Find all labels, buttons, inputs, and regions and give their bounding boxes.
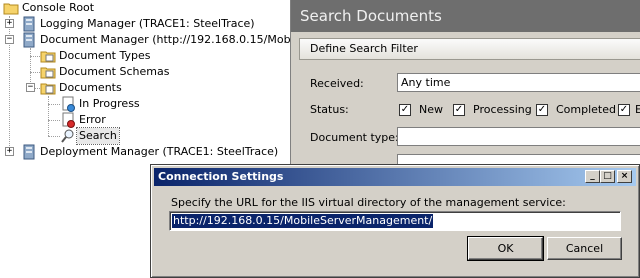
dialog-titlebar[interactable]: Connection Settings _ □ ×: [154, 168, 636, 186]
tree-connector: [30, 72, 40, 73]
received-label: Received:: [310, 77, 364, 90]
maximize-button[interactable]: □: [600, 170, 615, 183]
status-new-label: New: [419, 103, 443, 116]
in-progress-document-icon: [60, 96, 76, 112]
tree-node-label: Console Root: [22, 1, 95, 14]
status-e-checkbox[interactable]: ✓: [618, 104, 630, 116]
minimize-button[interactable]: _: [585, 170, 600, 183]
connection-settings-dialog: Connection Settings _ □ × Specify the UR…: [150, 164, 640, 278]
close-button[interactable]: ×: [617, 170, 632, 183]
document-types-icon: [40, 48, 56, 64]
tree-node-label: Error: [79, 113, 106, 126]
status-completed-checkbox[interactable]: ✓: [536, 104, 548, 116]
received-field[interactable]: Any time: [397, 73, 640, 92]
document-schemas-icon: [40, 64, 56, 80]
define-search-filter-button[interactable]: Define Search Filter: [299, 38, 640, 60]
url-input-value: http://192.168.0.15/MobileServerManageme…: [172, 214, 434, 228]
ok-button[interactable]: OK: [467, 236, 544, 261]
expand-toggle[interactable]: +: [5, 147, 14, 156]
status-new-checkbox[interactable]: ✓: [399, 104, 411, 116]
tree-connector: [48, 120, 60, 121]
panel-title: Search Documents: [291, 0, 640, 32]
server-icon: [21, 16, 37, 32]
server-icon: [21, 144, 37, 160]
tree-node-label: Document Manager (http://192.168.0.15/Mo…: [40, 33, 290, 46]
document-type-label: Document type:: [310, 131, 399, 144]
tree-node-label: Document Types: [59, 49, 151, 62]
tree-connector: [30, 56, 40, 57]
expand-toggle[interactable]: +: [5, 19, 14, 28]
tree-node-label: In Progress: [79, 97, 140, 110]
tree-node-label: Document Schemas: [59, 65, 170, 78]
documents-folder-icon: [40, 80, 56, 96]
status-e-label: E: [635, 103, 640, 116]
error-document-icon: [60, 112, 76, 128]
server-icon: [21, 32, 37, 48]
status-processing-checkbox[interactable]: ✓: [453, 104, 465, 116]
magnifier-icon: [60, 128, 76, 144]
tree-connector: [48, 104, 60, 105]
tree-node-label: Logging Manager (TRACE1: SteelTrace): [40, 17, 255, 30]
tree-node-label: Search: [76, 127, 120, 145]
url-input[interactable]: http://192.168.0.15/MobileServerManageme…: [169, 211, 621, 231]
tree-node-label: Deployment Manager (TRACE1: SteelTrace): [40, 145, 279, 158]
dialog-title: Connection Settings: [158, 170, 284, 183]
tree-connector: [48, 96, 49, 136]
collapse-toggle[interactable]: −: [26, 83, 35, 92]
document-type-field[interactable]: [397, 127, 640, 146]
dialog-message: Specify the URL for the IIS virtual dire…: [171, 196, 566, 209]
status-completed-label: Completed: [556, 103, 616, 116]
tree-connector: [48, 136, 60, 137]
folder-icon: [3, 0, 19, 16]
status-processing-label: Processing: [473, 103, 532, 116]
cancel-button[interactable]: Cancel: [547, 237, 622, 260]
status-label: Status:: [310, 103, 349, 116]
tree-node-label: Documents: [59, 81, 122, 94]
collapse-toggle[interactable]: −: [5, 35, 14, 44]
